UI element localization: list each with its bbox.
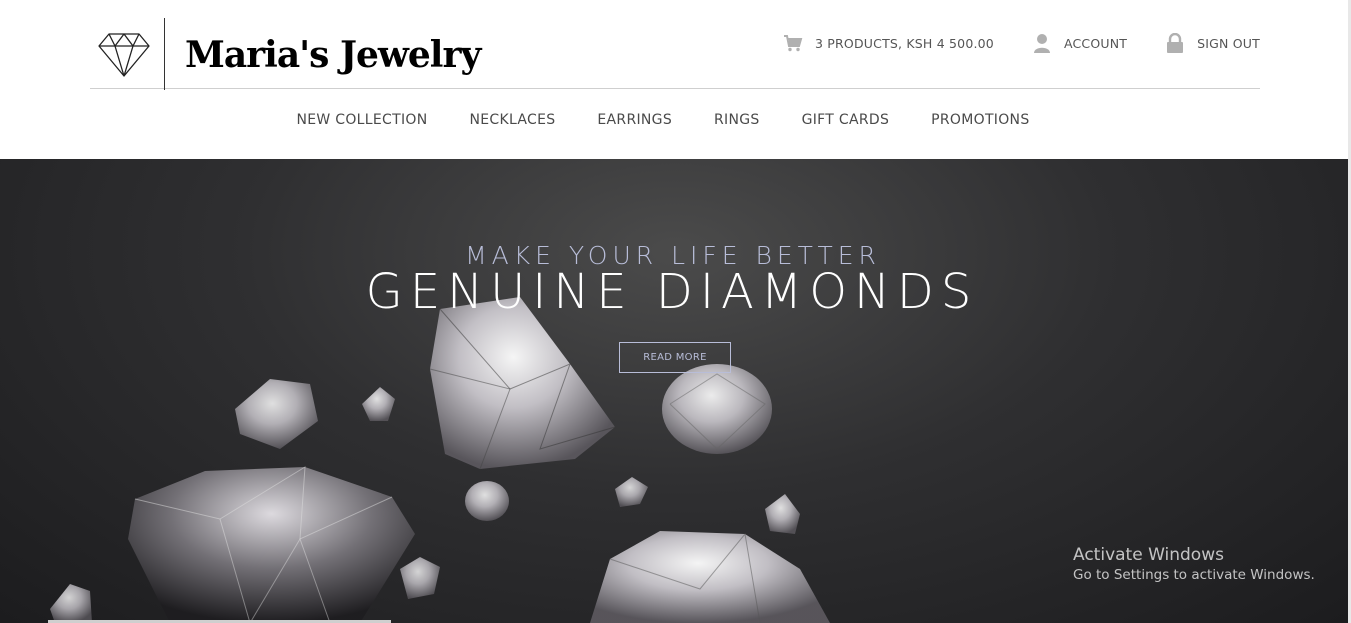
nav-item-earrings[interactable]: EARRINGS <box>597 112 672 128</box>
brand-name: Maria's Jewelry <box>185 34 481 76</box>
account-link[interactable]: ACCOUNT <box>1032 32 1127 54</box>
header-top: Maria's Jewelry 3 PRODUCTS, KSH 4 500.00 <box>90 0 1260 90</box>
hero-title: GENUINE DIAMONDS <box>365 264 979 320</box>
watermark-subtitle: Go to Settings to activate Windows. <box>1073 567 1315 583</box>
read-more-button[interactable]: READ MORE <box>619 342 731 373</box>
site-header: Maria's Jewelry 3 PRODUCTS, KSH 4 500.00 <box>0 0 1351 159</box>
main-nav: NEW COLLECTION NECKLACES EARRINGS RINGS … <box>0 112 1351 128</box>
activate-windows-watermark: Activate Windows Go to Settings to activ… <box>1073 545 1315 583</box>
main-nav-list: NEW COLLECTION NECKLACES EARRINGS RINGS … <box>296 112 1029 128</box>
account-label: ACCOUNT <box>1063 35 1128 51</box>
nav-item-promotions[interactable]: PROMOTIONS <box>931 112 1029 128</box>
watermark-title: Activate Windows <box>1073 545 1224 565</box>
cart-link[interactable]: 3 PRODUCTS, KSH 4 500.00 <box>783 32 994 54</box>
nav-item-gift-cards[interactable]: GIFT CARDS <box>802 112 890 128</box>
nav-item-necklaces[interactable]: NECKLACES <box>469 112 555 128</box>
signout-label: SIGN OUT <box>1197 35 1260 51</box>
logo-divider <box>164 18 165 90</box>
signout-link[interactable]: SIGN OUT <box>1165 32 1260 54</box>
topbar: 3 PRODUCTS, KSH 4 500.00 ACCOUNT SIGN OU… <box>783 32 1260 54</box>
user-icon <box>1032 32 1052 54</box>
cart-icon <box>783 32 803 54</box>
brand-logo[interactable]: Maria's Jewelry <box>90 18 481 90</box>
nav-item-rings[interactable]: RINGS <box>714 112 760 128</box>
cart-summary: 3 PRODUCTS, KSH 4 500.00 <box>814 35 994 51</box>
diamond-outline-icon <box>94 24 154 84</box>
lock-icon <box>1165 32 1185 54</box>
nav-item-new-collection[interactable]: NEW COLLECTION <box>296 112 427 128</box>
